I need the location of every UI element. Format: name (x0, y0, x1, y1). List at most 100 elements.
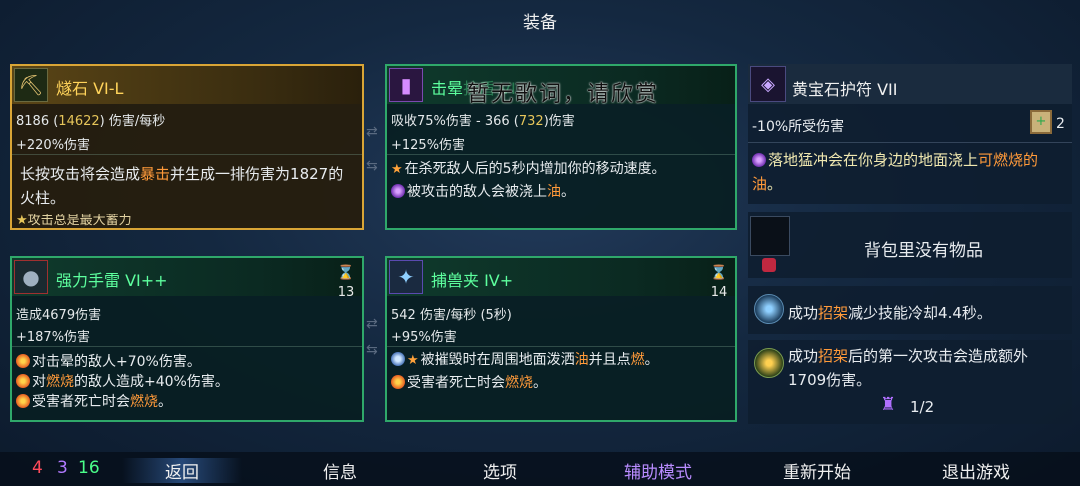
divider (748, 142, 1072, 143)
weapon-bonus: +220%伤害 (16, 138, 91, 153)
hourglass-icon: ⌛ (337, 265, 355, 281)
mutation-text: 成功招架减少技能冷却4.4秒。 (788, 302, 992, 323)
trap-bonus: +95%伤害 (391, 330, 457, 345)
cooldown-value: 14 (710, 285, 728, 300)
cooldown-timer: ⌛ 13 (336, 262, 356, 300)
amulet-name: 黄宝石护符 VII (792, 80, 898, 99)
effect-text-2: 并且点 (588, 352, 631, 368)
shield-effect-1: ★ 在杀死敌人后的5秒内增加你的移动速度。 (391, 158, 731, 181)
effect-text-end: 。 (158, 394, 172, 410)
purple-scroll-count: 3 (57, 458, 68, 478)
effect-keyword: 油 (574, 352, 589, 368)
effect-text: 被摧毁时在周围地面泼洒 (420, 352, 575, 368)
star-icon: ★ (391, 162, 403, 177)
clipped-affix-text: 攻击总是最大蓄力 (27, 214, 132, 228)
hourglass-icon: ⌛ (710, 265, 728, 281)
effect-text-end: 。 (561, 184, 575, 200)
trap-effect-1: ★ 被摧毁时在周围地面泼洒油并且点燃。 (391, 350, 731, 371)
mutation-slot-2[interactable]: 成功招架后的第一次攻击会造成额外1709伤害。 ♜ 1/2 (748, 340, 1072, 424)
dps-max-value: 14622 (58, 114, 100, 129)
weapon-name: 燧石 VI-L (56, 79, 124, 98)
amulet-icon: ◈ (750, 66, 786, 102)
grenade-effect-2: 对燃烧的敌人造成+40%伤害。 (16, 372, 358, 392)
shield-bonus: +125%伤害 (391, 138, 466, 153)
shield-name-visible: 击晕 (431, 79, 464, 98)
dps-unit: ) 伤害/每秒 (99, 114, 166, 129)
effect-text-end: 。 (767, 175, 783, 193)
trap-effect-2: 受害者死亡时会燃烧。 (391, 373, 731, 393)
desc-text: 长按攻击将会造成 (20, 165, 141, 183)
trap-header: ✦ 捕兽夹 IV+ ⌛ 14 (387, 258, 735, 300)
link-arrow-icon: ⇆ (366, 342, 378, 358)
clipped-affix: ★攻击总是最大蓄力 (16, 214, 132, 228)
effect-keyword: 燃烧 (130, 394, 158, 410)
effect-text: 受害者死亡时会 (32, 394, 130, 410)
effect-keyword: 燃烧 (46, 374, 74, 390)
scroll-count: 2 (1056, 116, 1065, 132)
effect-text-end: 。 (533, 375, 547, 391)
weapon-description: 长按攻击将会造成暴击并生成一排伤害为1827的火柱。 (20, 162, 358, 210)
pickaxe-icon: ⛏ (14, 68, 48, 102)
backpack-slot[interactable]: 背包里没有物品 (748, 212, 1072, 278)
effect-keyword: 油 (547, 184, 561, 200)
grenade-effects: 对击晕的敌人+70%伤害。 对燃烧的敌人造成+40%伤害。 受害者死亡时会燃烧。 (16, 352, 358, 412)
back-button[interactable]: 返回 (122, 458, 242, 483)
grenade-effect-3: 受害者死亡时会燃烧。 (16, 392, 358, 412)
shield-effects: ★ 在杀死敌人后的5秒内增加你的移动速度。 被攻击的敌人会被浇上油。 (391, 158, 731, 203)
amulet-slot[interactable]: ◈ 黄宝石护符 VII -10%所受伤害 + 2 落地猛冲会在你身边的地面浇上可… (748, 64, 1072, 204)
mutation-slot-1[interactable]: 成功招架减少技能冷却4.4秒。 (748, 286, 1072, 334)
star-icon: ★ (407, 353, 419, 368)
effect-text-end: 的敌人造成+40%伤害。 (74, 374, 229, 390)
absorb-unit: )伤害 (543, 114, 575, 129)
amulet-header: ◈ 黄宝石护符 VII (748, 64, 1072, 104)
mutation-text-a: 成功 (788, 347, 819, 365)
restart-button[interactable]: 重新开始 (757, 458, 877, 483)
mutation-keyword: 招架 (818, 347, 849, 365)
info-button[interactable]: 信息 (280, 458, 400, 483)
link-arrow-icon: ⇄ (366, 124, 378, 140)
divider (12, 346, 362, 347)
effect-keyword: 燃烧 (505, 375, 533, 391)
oil-icon (752, 153, 766, 167)
shield-mutation-icon (754, 294, 784, 324)
cooldown-timer: ⌛ 14 (709, 262, 729, 300)
effect-text: 在杀死敌人后的5秒内增加你的移动速度。 (404, 161, 666, 177)
cloak-icon: ♜ (880, 394, 897, 415)
red-scroll-count: 4 (32, 458, 43, 478)
skill-slot-left[interactable]: ● 强力手雷 VI++ ⌛ 13 造成4679伤害 +187%伤害 对击晕的敌人… (10, 256, 364, 422)
assist-mode-button[interactable]: 辅助模式 (598, 458, 718, 483)
weapon-slot-primary[interactable]: ⛏ 燧石 VI-L 8186 (14622) 伤害/每秒 +220%伤害 长按攻… (10, 64, 364, 230)
effect-text: 对 (32, 374, 46, 390)
divider (12, 154, 362, 155)
shield-effect-2: 被攻击的敌人会被浇上油。 (391, 181, 731, 203)
desc-keyword: 暴击 (140, 165, 171, 183)
options-button[interactable]: 选项 (440, 458, 560, 483)
skill-slot-right[interactable]: ✦ 捕兽夹 IV+ ⌛ 14 542 伤害/每秒 (5秒) +95%伤害 ★ 被摧… (385, 256, 737, 422)
divider (387, 346, 735, 347)
effect-text-end: 。 (644, 352, 659, 368)
mutation-counter: 1/2 (910, 398, 935, 416)
scroll-icon: + (1030, 110, 1052, 134)
trap-icon: ✦ (389, 260, 423, 294)
fire-icon (16, 394, 30, 408)
grenade-damage: 造成4679伤害 (16, 308, 102, 323)
effect-text: 被攻击的敌人会被浇上 (407, 184, 547, 200)
grenade-name: 强力手雷 VI++ (56, 271, 168, 290)
oil-icon (391, 184, 405, 198)
shield-absorb: 吸收75%伤害 - 366 (732)伤害 (391, 110, 575, 129)
gear-icon (391, 352, 405, 366)
amulet-stat: -10%所受伤害 (752, 119, 845, 135)
mutation-keyword: 招架 (818, 304, 849, 322)
trap-dps: 542 伤害/每秒 (5秒) (391, 308, 512, 323)
link-arrow-icon: ⇆ (366, 158, 378, 174)
parry-mutation-icon (754, 348, 784, 378)
page-title: 装备 (523, 13, 557, 33)
lyrics-watermark: 暂无歌词，请欣赏 (467, 82, 660, 107)
backpack-empty-text: 背包里没有物品 (864, 241, 983, 261)
absorb-text: 吸收75%伤害 - 366 ( (391, 114, 519, 129)
mutation-text-a: 成功 (788, 304, 819, 322)
purple-lantern-icon: ▮ (389, 68, 423, 102)
fire-icon (391, 375, 405, 389)
quit-button[interactable]: 退出游戏 (916, 458, 1036, 483)
absorb-max: 732 (518, 114, 544, 129)
